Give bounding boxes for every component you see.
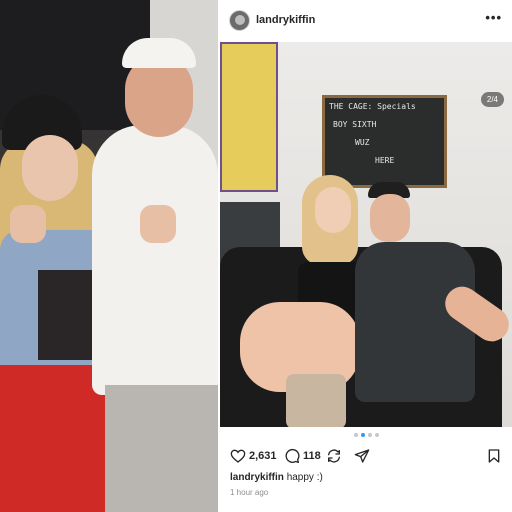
chalkboard-line: WUZ: [355, 138, 370, 147]
action-bar: 2,631 118: [220, 446, 512, 468]
share-icon: [354, 449, 370, 463]
black-top: [38, 270, 98, 360]
post-header: landrykiffin •••: [220, 0, 512, 42]
carousel-dot[interactable]: [367, 433, 372, 437]
cowboy-boot: [286, 374, 346, 427]
man-shirt: [355, 242, 475, 402]
caption-username[interactable]: landrykiffin: [230, 472, 284, 483]
caption-text: happy :): [286, 472, 323, 483]
man-face: [370, 194, 410, 242]
gray-pants: [105, 385, 218, 512]
carousel-dot-active[interactable]: [360, 433, 365, 437]
instagram-post: landrykiffin ••• THE CAGE: Specials BOY …: [220, 0, 512, 512]
share-button[interactable]: [354, 448, 370, 464]
like-count: 2,631: [249, 450, 277, 462]
chalkboard-line: THE CAGE: Specials: [329, 102, 416, 111]
heart-icon: [230, 449, 246, 463]
white-cap: [122, 38, 196, 68]
woman-face: [22, 135, 78, 201]
comment-button[interactable]: 118: [284, 448, 321, 464]
post-caption: landrykiffin happy :): [230, 472, 323, 483]
carousel-dots: [220, 433, 512, 437]
post-username[interactable]: landrykiffin: [256, 14, 315, 26]
avatar[interactable]: [229, 10, 250, 31]
white-hoodie: [92, 125, 218, 395]
thumbs-up-hand: [10, 205, 46, 243]
carousel-dot[interactable]: [353, 433, 358, 437]
bookmark-icon: [488, 449, 500, 463]
wall-banner: [220, 42, 278, 192]
left-photo: [0, 0, 218, 512]
thumbs-up-hand: [140, 205, 176, 243]
repost-icon: [328, 449, 340, 463]
post-timestamp: 1 hour ago: [230, 488, 269, 497]
comment-icon: [285, 448, 300, 463]
more-icon[interactable]: •••: [485, 10, 502, 25]
chalkboard: THE CAGE: Specials BOY SIXTH WUZ HERE: [322, 95, 447, 188]
comment-count: 118: [303, 450, 321, 462]
save-button[interactable]: [486, 448, 502, 464]
repost-button[interactable]: [326, 448, 342, 464]
chalkboard-line: HERE: [375, 156, 395, 165]
woman-face: [315, 187, 351, 233]
post-media[interactable]: THE CAGE: Specials BOY SIXTH WUZ HERE 2/…: [220, 42, 512, 427]
like-button[interactable]: 2,631: [230, 448, 277, 464]
carousel-counter: 2/4: [480, 92, 504, 107]
chalkboard-line: BOY SIXTH: [333, 120, 377, 129]
carousel-dot[interactable]: [374, 433, 379, 437]
